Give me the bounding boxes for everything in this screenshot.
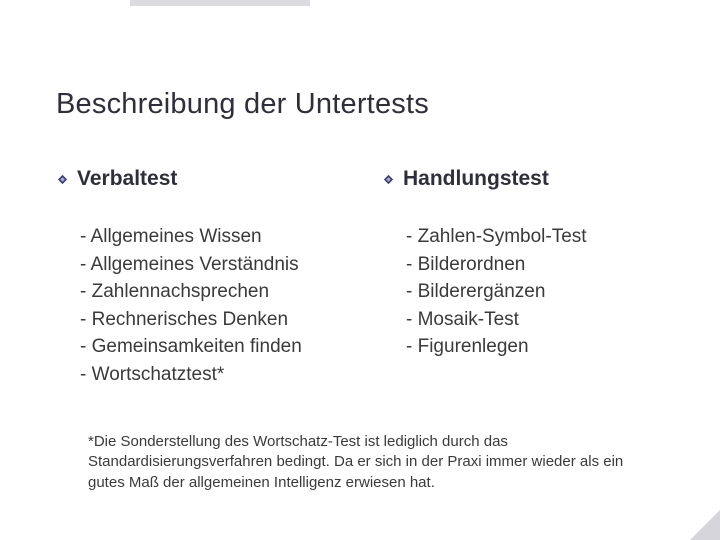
left-column: Verbaltest - Allgemeines Wissen - Allgem… <box>56 167 338 388</box>
slide-content: Beschreibung der Untertests Verbaltest -… <box>0 0 720 388</box>
right-column-head: Handlungstest <box>382 167 664 191</box>
diamond-bullet-icon <box>56 173 69 186</box>
right-column-title: Handlungstest <box>403 167 549 191</box>
list-item: - Allgemeines Verständnis <box>80 251 338 279</box>
corner-fold-icon <box>690 510 720 540</box>
slide-title: Beschreibung der Untertests <box>56 88 664 121</box>
left-column-title: Verbaltest <box>77 167 177 191</box>
list-item: - Mosaik-Test <box>406 306 664 334</box>
list-item: - Bilderergänzen <box>406 278 664 306</box>
list-item: - Gemeinsamkeiten finden <box>80 333 338 361</box>
list-item: - Figurenlegen <box>406 333 664 361</box>
left-column-head: Verbaltest <box>56 167 338 191</box>
right-column: Handlungstest - Zahlen-Symbol-Test - Bil… <box>382 167 664 388</box>
list-item: - Allgemeines Wissen <box>80 223 338 251</box>
right-items: - Zahlen-Symbol-Test - Bilderordnen - Bi… <box>382 223 664 361</box>
diamond-bullet-icon <box>382 173 395 186</box>
list-item: - Rechnerisches Denken <box>80 306 338 334</box>
list-item: - Zahlen-Symbol-Test <box>406 223 664 251</box>
left-items: - Allgemeines Wissen - Allgemeines Verst… <box>56 223 338 388</box>
list-item: - Bilderordnen <box>406 251 664 279</box>
top-accent-bar <box>130 0 310 6</box>
list-item: - Zahlennachsprechen <box>80 278 338 306</box>
list-item: - Wortschatztest* <box>80 361 338 389</box>
footnote-text: *Die Sonderstellung des Wortschatz-Test … <box>88 432 650 493</box>
columns: Verbaltest - Allgemeines Wissen - Allgem… <box>56 167 664 388</box>
